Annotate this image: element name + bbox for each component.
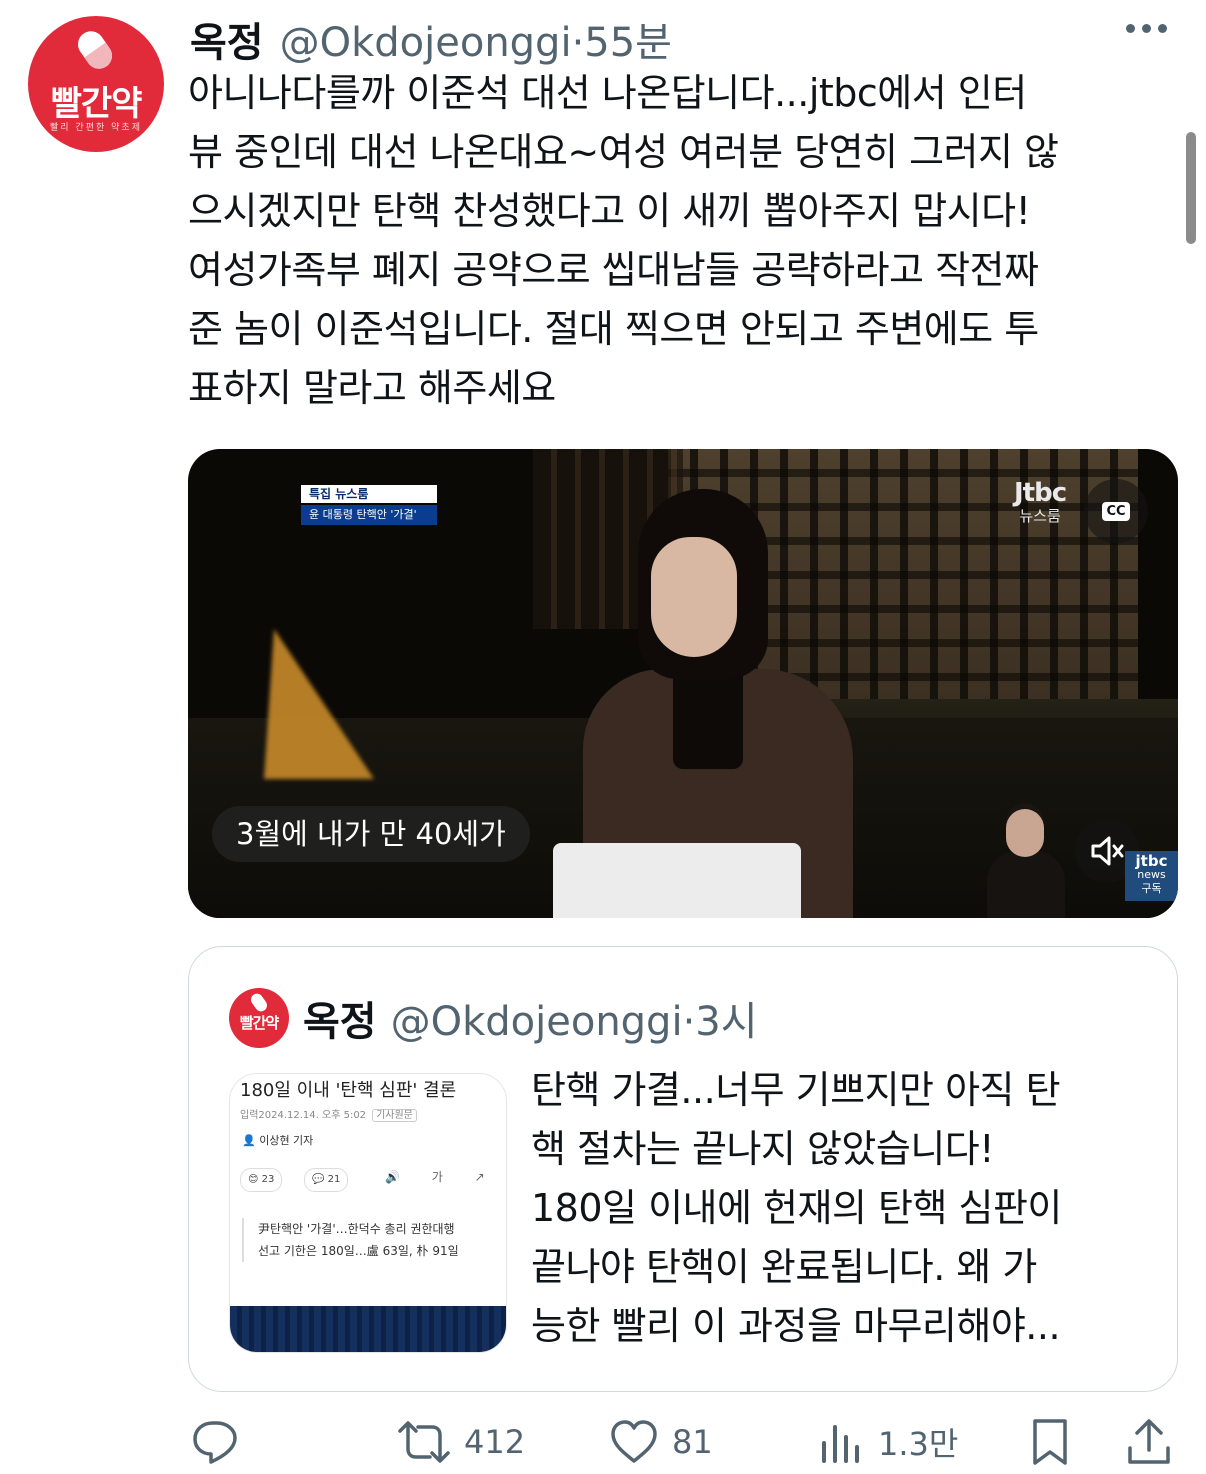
author-handle[interactable]: @Okdojeonggi [280,20,572,66]
comment-count: 21 [327,1174,341,1185]
article-sub-line-1: 尹탄핵안 '가결'…한덕수 총리 권한대행 [258,1222,455,1236]
quoted-tweet-text: 탄핵 가결...너무 기쁘지만 아직 탄 핵 절차는 끝나지 않았습니다! 18… [531,1068,1062,1348]
quoted-author-handle: @Okdojeonggi [390,999,683,1045]
comment-chip: 💬 21 [304,1168,349,1192]
article-thumbnail[interactable]: 180일 이내 '탄핵 심판' 결론 입력2024.12.14. 오후 5:02… [229,1073,507,1353]
avatar-tagline: 빨리 간편한 약초제 [50,123,142,133]
retweet-icon [398,1421,450,1463]
article-title: 180일 이내 '탄핵 심판' 결론 [240,1080,457,1101]
quoted-tweet-header: 옥정 @Okdojeonggi · 3시 [303,989,758,1047]
news-lower-third: 특집 뉴스룸 윤 대통령 탄핵안 '가결' [301,485,437,525]
article-reaction-row: 😊 23 💬 21 🔊 가 ↗ [240,1168,498,1192]
share-icon [1128,1419,1170,1464]
reply-icon [193,1421,237,1464]
tweet-header: 옥정 @Okdojeonggi · 55분 [190,10,672,66]
pill-icon [72,26,118,74]
quoted-author-name: 옥정 [303,999,377,1045]
quoted-tweet-time: 3시 [695,999,758,1045]
badge-news: news [1137,868,1166,881]
tweet-text: 아니나다를까 이준석 대선 나온답니다...jtbc에서 인터 뷰 중인데 대선… [188,71,1059,410]
article-tool-icons: 🔊 가 ↗ [385,1170,499,1184]
article-date: 입력2024.12.14. 오후 5:02 [240,1110,367,1121]
article-photo [230,1306,506,1352]
bookmark-icon [1033,1419,1067,1465]
badge-logo: jtbc [1135,852,1168,870]
separator-dot: · [682,999,696,1045]
video-caption: 3월에 내가 만 40세가 [212,806,530,862]
laptop [553,843,801,918]
christmas-tree-lights [264,629,374,779]
channel-logo-text: Jtbc [1014,478,1067,508]
video-player[interactable]: 특집 뉴스룸 윤 대통령 탄핵안 '가결' Jtbc 뉴스룸 CC 3월에 내가… [188,449,1178,918]
more-icon[interactable] [1126,24,1167,33]
like-button[interactable]: 81 [608,1410,713,1474]
article-reporter: 👤 이상현 기자 [242,1134,314,1147]
mute-icon [1091,836,1124,866]
author-avatar[interactable]: 빨간약 빨리 간편한 약초제 [28,16,164,152]
quoted-author-avatar[interactable]: 빨간약 [229,988,289,1048]
pill-icon [248,991,270,1014]
author-name[interactable]: 옥정 [190,10,264,68]
channel-logo: Jtbc 뉴스룸 [1014,478,1067,525]
lower-third-headline: 윤 대통령 탄핵안 '가결' [301,505,437,525]
reply-button[interactable] [190,1410,252,1474]
channel-logo-sub: 뉴스룸 [1019,507,1061,525]
views-button[interactable]: 1.3만 [818,1410,958,1474]
quoted-avatar-brand: 빨간약 [239,1014,279,1032]
article-original-link: 기사원문 [372,1109,417,1122]
reaction-chip: 😊 23 [240,1168,283,1192]
sign-language-interpreter [983,809,1068,918]
separator-dot: · [571,20,585,66]
retweet-button[interactable]: 412 [396,1410,525,1474]
tweet-actions: 412 81 1.3만 [0,1410,1206,1474]
reporter-name: 이상현 기자 [259,1134,314,1147]
closed-captions-button[interactable]: CC [1084,479,1148,543]
article-subheadline: 尹탄핵안 '가결'…한덕수 총리 권한대행 선고 기한은 180일…盧 63일,… [242,1218,459,1262]
lower-third-program: 특집 뉴스룸 [301,485,437,503]
reaction-count: 23 [261,1174,275,1185]
heart-icon [611,1420,657,1463]
quoted-tweet[interactable]: 빨간약 옥정 @Okdojeonggi · 3시 180일 이내 '탄핵 심판'… [188,946,1178,1392]
avatar-brand: 빨간약 [50,84,143,124]
share-button[interactable] [1124,1410,1174,1474]
tweet-time[interactable]: 55분 [584,10,672,68]
jtbc-news-badge: jtbc news 구독 [1125,851,1178,901]
like-count: 81 [672,1423,713,1461]
bookmark-button[interactable] [1028,1410,1072,1474]
retweet-count: 412 [464,1423,526,1461]
scrollbar[interactable] [1186,132,1196,244]
article-sub-line-2: 선고 기한은 180일…盧 63일, 朴 91일 [258,1244,459,1258]
badge-subscribe: 구독 [1141,882,1162,895]
cc-icon: CC [1102,501,1130,521]
views-count: 1.3만 [878,1425,959,1463]
views-icon [822,1425,859,1463]
article-meta: 입력2024.12.14. 오후 5:02 기사원문 [240,1106,417,1122]
